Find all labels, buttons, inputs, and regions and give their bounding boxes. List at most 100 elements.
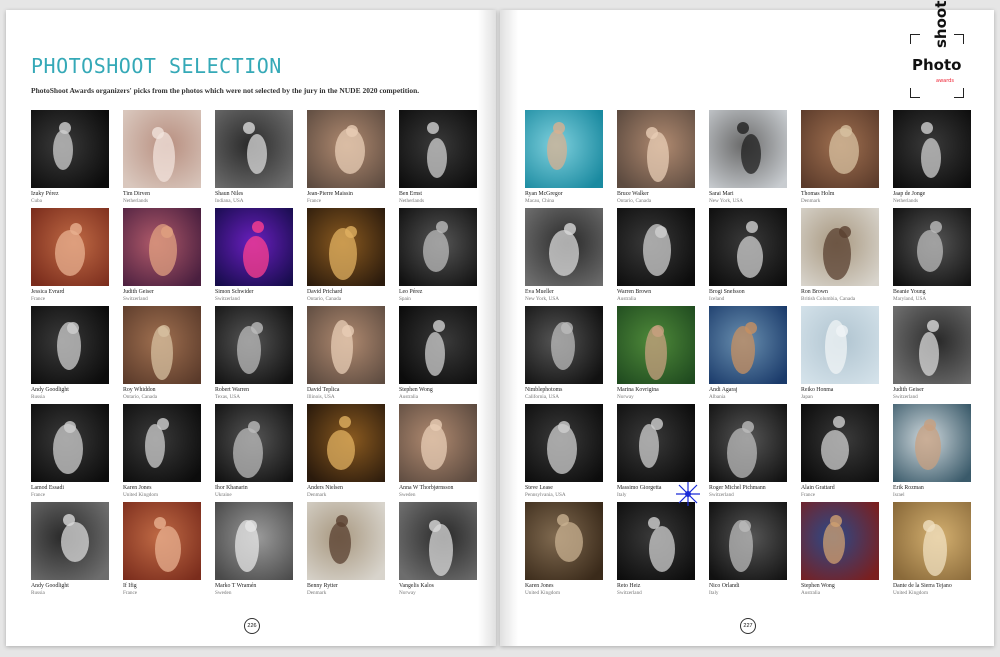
photo-thumbnail	[123, 502, 201, 580]
gallery-item: Beanie Young Maryland, USA	[893, 208, 971, 302]
photo-caption: Karen Jones United Kingdom	[123, 485, 213, 498]
logo-bracket	[954, 34, 964, 44]
right-page: Photo shoot awards Ryan McGregor Macau, C…	[500, 1, 994, 646]
gallery-item: Ben Ernst Netherlands	[399, 110, 477, 204]
photographer-name: Ben Ernst	[399, 191, 423, 197]
photo-caption: Ryan McGregor Macau, China	[525, 191, 615, 204]
magazine-spread: PHOTOSHOOT SELECTION PhotoShoot Awards o…	[0, 0, 1000, 657]
logo-word-awards: awards	[936, 78, 954, 84]
photographer-name: Karen Jones	[525, 583, 554, 589]
photographer-name: Judith Geiser	[893, 387, 924, 393]
photographer-location: Norway	[399, 590, 416, 596]
photo-caption: Jaap de Jonge Netherlands	[893, 191, 983, 204]
logo-bracket	[910, 34, 920, 44]
photo-caption: David Teplica Illinois, USA	[307, 387, 397, 400]
photographer-name: Roy Whiddon	[123, 387, 156, 393]
photo-caption: Warren Brown Australia	[617, 289, 707, 302]
photo-thumbnail	[801, 502, 879, 580]
gallery-item: Reiko Honma Japan	[801, 306, 879, 400]
sparkle-icon	[676, 482, 700, 506]
photo-caption: Reto Heiz Switzerland	[617, 583, 707, 596]
photographer-location: Netherlands	[893, 198, 919, 204]
logo-word-photo: Photo	[912, 56, 962, 74]
photo-thumbnail	[215, 404, 293, 482]
photo-caption: Reiko Honma Japan	[801, 387, 891, 400]
gallery-item: Erik Rozman Israel	[893, 404, 971, 498]
photographer-location: Australia	[617, 296, 637, 302]
photo-caption: Karen Jones United Kingdom	[525, 583, 615, 596]
photographer-location: Sweden	[399, 492, 416, 498]
photo-caption: Andy Goodlight Russia	[31, 583, 121, 596]
left-page: PHOTOSHOOT SELECTION PhotoShoot Awards o…	[6, 10, 496, 646]
page-number-left: 226	[244, 618, 260, 634]
photographer-location: Macau, China	[525, 198, 555, 204]
logo-word-shoot: shoot	[932, 0, 950, 48]
photo-thumbnail	[617, 110, 695, 188]
photographer-location: New York, USA	[709, 198, 744, 204]
photo-caption: Simon Schwider Switzerland	[215, 289, 305, 302]
gallery-item: Ryan McGregor Macau, China	[525, 110, 603, 204]
photo-thumbnail	[709, 110, 787, 188]
gallery-item: Warren Brown Australia	[617, 208, 695, 302]
photographer-location: Pennsylvania, USA	[525, 492, 566, 498]
photoshoot-awards-logo: Photo shoot awards	[910, 1, 964, 98]
photo-caption: Anders Nielsen Denmark	[307, 485, 397, 498]
photographer-location: Switzerland	[215, 296, 240, 302]
page-number-right: 227	[740, 618, 756, 634]
photographer-location: Ontario, Canada	[617, 198, 651, 204]
gutter-shadow	[478, 10, 496, 646]
gallery-item: Vangelis Kalos Norway	[399, 502, 477, 596]
gallery-item: Shaun Niles Indiana, USA	[215, 110, 293, 204]
page-title: PHOTOSHOOT SELECTION	[31, 54, 282, 78]
photo-thumbnail	[215, 502, 293, 580]
photographer-name: Vangelis Kalos	[399, 583, 434, 589]
photographer-location: British Columbia, Canada	[801, 296, 856, 302]
gallery-item: Eva Mueller New York, USA	[525, 208, 603, 302]
photo-thumbnail	[31, 208, 109, 286]
gallery-item: Stephen Wong Australia	[399, 306, 477, 400]
photographer-location: Australia	[801, 590, 821, 596]
photographer-name: Jaap de Jonge	[893, 191, 926, 197]
photo-thumbnail	[307, 306, 385, 384]
gallery-item: Roger Michel Pichmann Switzerland	[709, 404, 787, 498]
photographer-location: Iceland	[709, 296, 725, 302]
gallery-item: Marina Kovrigina Norway	[617, 306, 695, 400]
photographer-name: Ihor Khanarin	[215, 485, 248, 491]
photographer-name: Roger Michel Pichmann	[709, 485, 766, 491]
photographer-name: Andy Goodlight	[31, 387, 69, 393]
photographer-location: Spain	[399, 296, 411, 302]
gallery-item: Stephen Wong Australia	[801, 502, 879, 596]
gallery-item: Karen Jones United Kingdom	[525, 502, 603, 596]
photo-caption: Andy Goodlight Russia	[31, 387, 121, 400]
photo-grid-right: Ryan McGregor Macau, China Bruce Walker Ont…	[525, 110, 971, 596]
photographer-location: Switzerland	[893, 394, 918, 400]
photographer-location: France	[801, 492, 816, 498]
photo-thumbnail	[617, 208, 695, 286]
photo-thumbnail	[307, 208, 385, 286]
gallery-item: Alain Grattard France	[801, 404, 879, 498]
gallery-item: Sarai Mari New York, USA	[709, 110, 787, 204]
photo-thumbnail	[123, 208, 201, 286]
photo-thumbnail	[525, 110, 603, 188]
photo-caption: Ron Brown British Columbia, Canada	[801, 289, 891, 302]
photo-caption: Beanie Young Maryland, USA	[893, 289, 983, 302]
photo-thumbnail	[801, 208, 879, 286]
photographer-name: Andy Goodlight	[31, 583, 69, 589]
photographer-name: Anna W Thorbjørnsson	[399, 485, 454, 491]
gallery-item: Nico Orlandi Italy	[709, 502, 787, 596]
gallery-item: Dante de la Sierra Tejano United Kingdom	[893, 502, 971, 596]
logo-bracket	[954, 88, 964, 98]
photographer-name: Marina Kovrigina	[617, 387, 659, 393]
gallery-item: Andi Agaraj Albania	[709, 306, 787, 400]
photo-thumbnail	[709, 502, 787, 580]
photo-thumbnail	[893, 306, 971, 384]
photographer-name: Benny Rytter	[307, 583, 338, 589]
gallery-item: Judith Geiser Switzerland	[893, 306, 971, 400]
gallery-item: Leo Pérez Spain	[399, 208, 477, 302]
photo-caption: Eva Mueller New York, USA	[525, 289, 615, 302]
photo-caption: Nimblephotoms California, USA	[525, 387, 615, 400]
photographer-location: Italy	[709, 590, 719, 596]
photo-thumbnail	[307, 110, 385, 188]
photographer-name: Ron Brown	[801, 289, 828, 295]
photo-caption: Alain Grattard France	[801, 485, 891, 498]
